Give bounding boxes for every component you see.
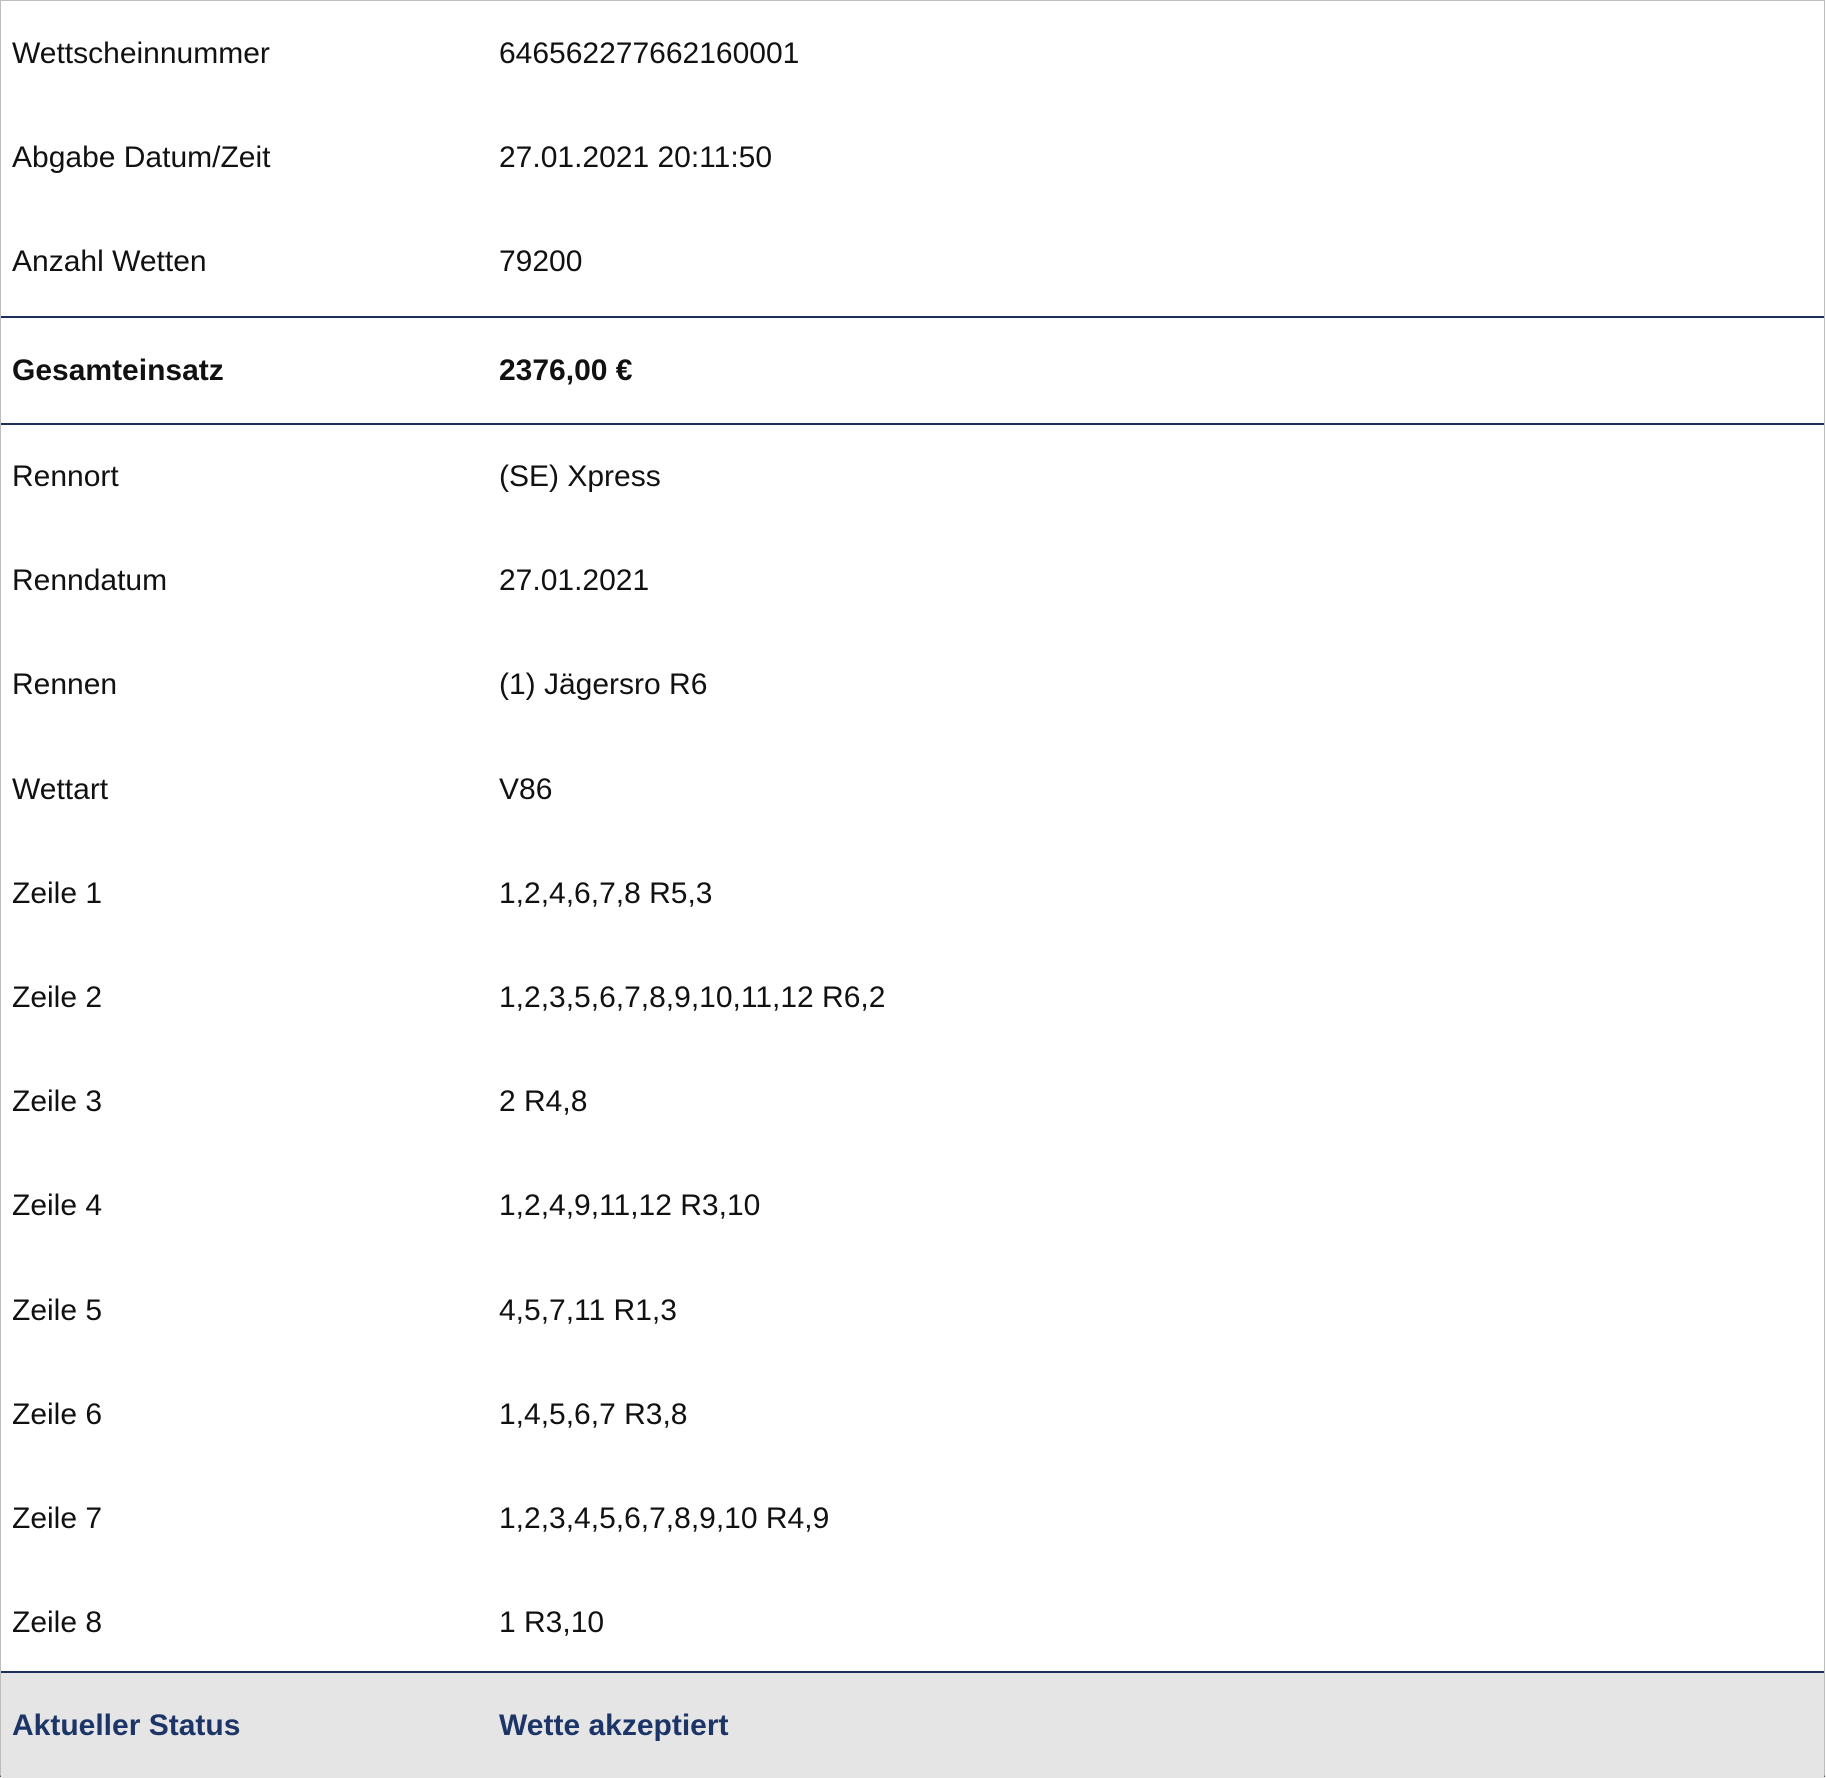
line-value: 4,5,7,11 R1,3 [499,1293,677,1327]
race-date-value: 27.01.2021 [499,564,650,598]
line-row-2: Zeile 2 1,2,3,5,6,7,8,9,10,11,12 R6,2 [1,946,1824,1050]
line-row-1: Zeile 1 1,2,4,6,7,8 R5,3 [1,842,1824,946]
bet-count-label: Anzahl Wetten [12,245,207,278]
line-row-7: Zeile 7 1,2,3,4,5,6,7,8,9,10 R4,9 [1,1467,1824,1571]
ticket-number-label: Wettscheinnummer [12,37,270,70]
line-value: 1,4,5,6,7 R3,8 [499,1397,688,1431]
current-status-value: Wette akzeptiert [499,1708,729,1742]
line-label: Zeile 7 [12,1501,103,1535]
ticket-header-section: Wettscheinnummer 646562277662160001 Abga… [1,2,1824,316]
total-stake-label: Gesamteinsatz [12,353,224,387]
line-row-3: Zeile 3 2 R4,8 [1,1050,1824,1154]
line-label: Zeile 6 [12,1397,103,1431]
line-label: Zeile 3 [12,1085,103,1119]
bet-type-value: V86 [499,772,553,806]
race-venue-row: Rennort (SE) Xpress [1,425,1824,529]
line-value: 1,2,3,4,5,6,7,8,9,10 R4,9 [499,1501,830,1535]
line-row-4: Zeile 4 1,2,4,9,11,12 R3,10 [1,1154,1824,1258]
bet-type-row: Wettart V86 [1,738,1824,842]
current-status-label: Aktueller Status [12,1708,241,1742]
submission-datetime-row: Abgabe Datum/Zeit 27.01.2021 20:11:50 [1,106,1824,210]
race-details-section: Rennort (SE) Xpress Renndatum 27.01.2021… [1,425,1824,1675]
total-stake-row: Gesamteinsatz 2376,00 € [1,316,1824,425]
total-stake-value: 2376,00 € [499,353,633,387]
line-value: 1,2,4,9,11,12 R3,10 [499,1189,761,1223]
ticket-number-row: Wettscheinnummer 646562277662160001 [1,2,1824,106]
line-label: Zeile 2 [12,981,103,1015]
bet-count-value: 79200 [499,245,583,278]
line-row-6: Zeile 6 1,4,5,6,7 R3,8 [1,1363,1824,1467]
current-status-row: Aktueller Status Wette akzeptiert [1,1671,1824,1778]
submission-datetime-value: 27.01.2021 20:11:50 [499,141,773,174]
race-row: Rennen (1) Jägersro R6 [1,633,1824,737]
race-venue-label: Rennort [12,460,119,494]
line-row-8: Zeile 8 1 R3,10 [1,1571,1824,1675]
race-label: Rennen [12,668,118,702]
bet-ticket-details: Wettscheinnummer 646562277662160001 Abga… [0,0,1825,1778]
line-row-5: Zeile 5 4,5,7,11 R1,3 [1,1259,1824,1363]
race-date-label: Renndatum [12,564,168,598]
race-value: (1) Jägersro R6 [499,668,708,702]
line-label: Zeile 4 [12,1189,103,1223]
line-label: Zeile 1 [12,876,103,910]
line-value: 2 R4,8 [499,1085,588,1119]
line-value: 1,2,4,6,7,8 R5,3 [499,876,713,910]
submission-datetime-label: Abgabe Datum/Zeit [12,141,271,174]
line-label: Zeile 5 [12,1293,103,1327]
race-date-row: Renndatum 27.01.2021 [1,529,1824,633]
line-value: 1,2,3,5,6,7,8,9,10,11,12 R6,2 [499,981,886,1015]
line-label: Zeile 8 [12,1606,103,1640]
ticket-number-value: 646562277662160001 [499,37,800,70]
line-value: 1 R3,10 [499,1606,605,1640]
bet-count-row: Anzahl Wetten 79200 [1,210,1824,314]
bet-type-label: Wettart [12,772,109,806]
race-venue-value: (SE) Xpress [499,460,661,494]
